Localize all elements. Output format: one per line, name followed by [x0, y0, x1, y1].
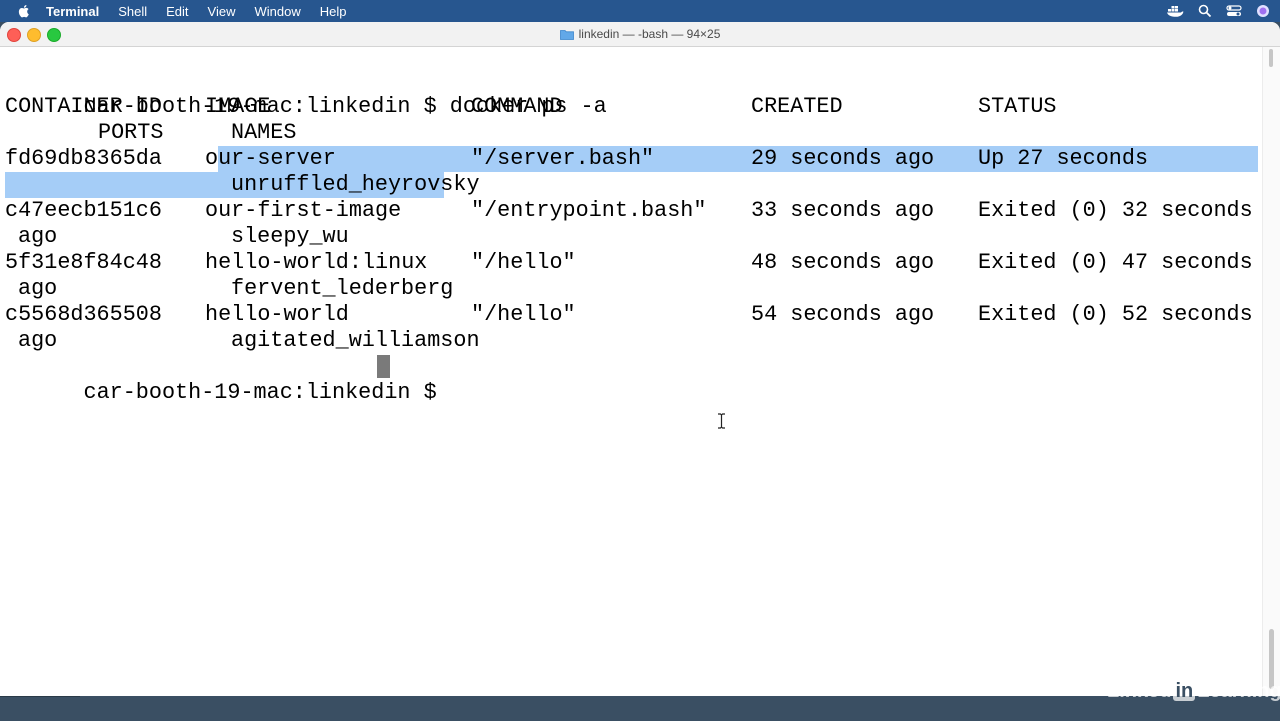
status-wrap: ago: [18, 328, 58, 353]
table-row-wrap: ago sleepy_wu: [5, 224, 1262, 250]
table-row[interactable]: c47eecb151c6 our-first-image "/entrypoin…: [5, 198, 1262, 224]
container-command: "/hello": [471, 250, 576, 275]
container-id: c5568d365508: [5, 302, 162, 327]
created-time: 33 seconds ago: [751, 198, 935, 223]
scrollbar-top-marker: [1269, 49, 1273, 67]
container-id: c47eecb151c6: [5, 198, 162, 223]
menu-view[interactable]: View: [208, 4, 236, 19]
ibeam-cursor-icon: [718, 413, 725, 429]
table-row[interactable]: c5568d365508 hello-world "/hello" 54 sec…: [5, 302, 1262, 328]
table-row-wrap: unruffled_heyrovsky: [5, 172, 1262, 198]
header-container-id: CONTAINER ID: [5, 94, 162, 119]
container-status: Exited (0) 32 seconds: [978, 198, 1253, 223]
menu-window[interactable]: Window: [255, 4, 301, 19]
table-row-wrap: ago fervent_lederberg: [5, 276, 1262, 302]
docker-icon[interactable]: [1166, 4, 1184, 18]
container-command: "/hello": [471, 302, 576, 327]
terminal-window: linkedin — -bash — 94×25 car-booth-19-ma…: [0, 22, 1280, 696]
container-name: agitated_williamson: [231, 328, 480, 353]
title-bar[interactable]: linkedin — -bash — 94×25: [0, 22, 1280, 47]
shell-prompt: car-booth-19-mac:linkedin $: [83, 380, 450, 405]
command-line: car-booth-19-mac:linkedin $ docker ps -a: [5, 68, 606, 119]
status-wrap: ago: [18, 224, 58, 249]
text-cursor: [377, 355, 390, 378]
apple-icon[interactable]: [16, 3, 32, 19]
created-time: 29 seconds ago: [751, 146, 935, 171]
image-name: hello-world:linux: [205, 250, 428, 275]
siri-icon[interactable]: [1256, 4, 1270, 18]
table-row[interactable]: 5f31e8f84c48 hello-world:linux "/hello" …: [5, 250, 1262, 276]
header-command: COMMAND: [471, 94, 563, 119]
header-row-wrap: PORTS NAMES: [5, 120, 1262, 146]
image-name: our-first-image: [205, 198, 402, 223]
folder-icon: [559, 29, 574, 40]
container-status: Exited (0) 52 seconds: [978, 302, 1253, 327]
desktop-edge: [0, 696, 80, 721]
terminal-output[interactable]: car-booth-19-mac:linkedin $ docker ps -a…: [0, 47, 1262, 696]
header-image: IMAGE: [205, 94, 271, 119]
container-command: "/server.bash": [471, 146, 655, 171]
menu-help[interactable]: Help: [320, 4, 347, 19]
header-ports: PORTS: [98, 120, 164, 145]
search-icon[interactable]: [1198, 4, 1212, 18]
menu-bar: Terminal Shell Edit View Window Help: [0, 0, 1280, 22]
container-id: fd69db8365da: [5, 146, 162, 171]
header-names: NAMES: [231, 120, 297, 145]
created-time: 54 seconds ago: [751, 302, 935, 327]
linkedin-learning-watermark: Linked in Learning: [1107, 679, 1280, 702]
control-center-icon[interactable]: [1226, 4, 1242, 18]
container-id: 5f31e8f84c48: [5, 250, 162, 275]
window-title-container: linkedin — -bash — 94×25: [0, 22, 1280, 46]
container-name: fervent_lederberg: [231, 276, 454, 301]
table-row[interactable]: fd69db8365da our-server "/server.bash" 2…: [5, 146, 1262, 172]
table-row-wrap: ago agitated_williamson: [5, 328, 1262, 354]
header-created: CREATED: [751, 94, 843, 119]
image-name: hello-world: [205, 302, 349, 327]
container-name: unruffled_heyrovsky: [231, 172, 480, 197]
status-wrap: ago: [18, 276, 58, 301]
window-title: linkedin — -bash — 94×25: [578, 27, 721, 41]
menu-edit[interactable]: Edit: [166, 4, 188, 19]
container-name: sleepy_wu: [231, 224, 349, 249]
container-status: Up 27 seconds: [978, 146, 1149, 171]
header-status: STATUS: [978, 94, 1057, 119]
container-status: Exited (0) 47 seconds: [978, 250, 1253, 275]
menu-shell[interactable]: Shell: [118, 4, 147, 19]
container-command: "/entrypoint.bash": [471, 198, 707, 223]
header-row: CONTAINER ID IMAGE COMMAND CREATED STATU…: [5, 94, 1262, 120]
image-name: our-server: [205, 146, 336, 171]
scrollbar[interactable]: [1262, 47, 1280, 696]
menu-terminal[interactable]: Terminal: [46, 4, 99, 19]
created-time: 48 seconds ago: [751, 250, 935, 275]
